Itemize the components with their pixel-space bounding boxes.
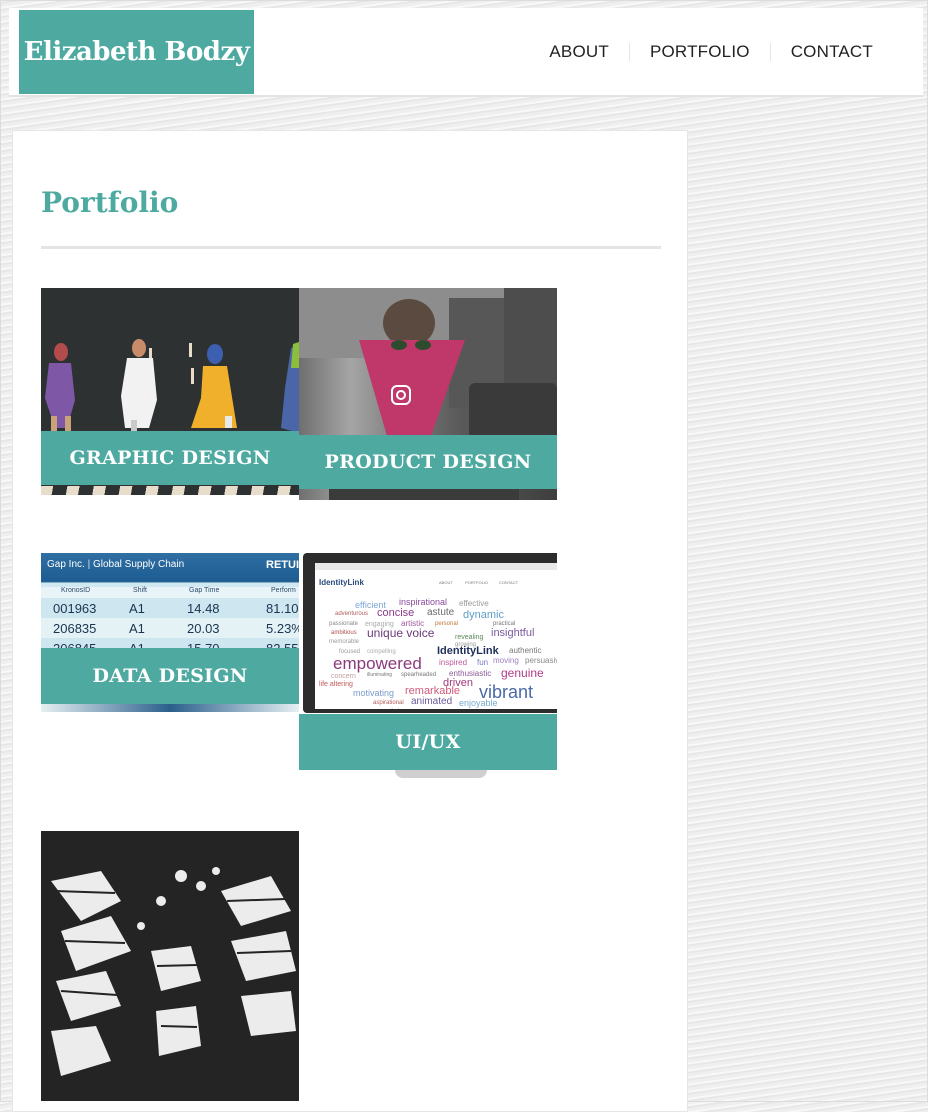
nav-contact[interactable]: CONTACT xyxy=(771,42,923,62)
gap-right-header: RETUI xyxy=(266,559,299,571)
word-cloud-word: IdentityLink xyxy=(437,645,499,657)
tile-data-design[interactable]: Gap Inc. | Global Supply Chain RETUI Kro… xyxy=(41,553,299,712)
tile-label: PRODUCT DESIGN xyxy=(299,435,557,489)
word-cloud-word: passionate xyxy=(329,621,359,627)
table-cell: 5.23% xyxy=(266,621,299,636)
gap-brand: Gap Inc. xyxy=(47,559,85,570)
word-cloud-word: adventurous xyxy=(335,611,369,617)
word-cloud-word: persuasive xyxy=(525,656,557,665)
content-panel: Portfolio GRAPHIC DESIGN PRODUCT DESIGN … xyxy=(12,130,688,1112)
word-cloud-word: inspired xyxy=(439,658,468,667)
dashboard-bottom-bar xyxy=(41,704,299,712)
word-cloud-word: revealing xyxy=(455,634,484,641)
browser-bar xyxy=(315,563,557,570)
word-cloud-word: motivating xyxy=(353,688,395,698)
tile-label: GRAPHIC DESIGN xyxy=(41,431,299,485)
word-cloud-word: illuminating xyxy=(367,672,393,678)
identitylink-logo: IdentityLink xyxy=(319,578,364,587)
word-cloud-word: ambitious xyxy=(331,630,357,636)
word-cloud-word: memorable xyxy=(329,639,360,645)
tile-graphic-design[interactable]: GRAPHIC DESIGN xyxy=(41,288,299,495)
mini-nav-item: CONTACT xyxy=(499,580,519,585)
engraved-pattern-artwork xyxy=(51,867,296,1076)
word-cloud-word: effective xyxy=(459,599,489,608)
gap-table-header: KronosID Shift Gap Time Perform xyxy=(41,587,299,598)
word-cloud-word: insightful xyxy=(491,627,535,639)
tile-label: DATA DESIGN xyxy=(41,648,299,704)
page-title: Portfolio xyxy=(41,186,179,219)
table-cell: A1 xyxy=(129,621,145,636)
gap-subtitle: Global Supply Chain xyxy=(92,559,185,570)
word-cloud-word: animated xyxy=(411,696,453,707)
identitylink-screen: IdentityLink ABOUT PORTFOLIO CONTACT eff… xyxy=(315,563,557,709)
site-logo[interactable]: Elizabeth Bodzy xyxy=(19,10,254,94)
word-cloud-word: aspirational xyxy=(373,700,404,706)
table-cell: 81.10 xyxy=(266,601,299,616)
word-cloud-word: authentic xyxy=(509,646,542,655)
title-divider xyxy=(41,246,661,249)
table-cell: 20.03 xyxy=(187,621,220,636)
table-cell: 206835 xyxy=(53,621,97,636)
word-cloud-word: inspirational xyxy=(399,597,448,607)
word-cloud-word: moving xyxy=(493,656,519,665)
tile-illustration[interactable] xyxy=(41,831,299,1101)
site-header: Elizabeth Bodzy ABOUT PORTFOLIO CONTACT xyxy=(9,8,923,97)
word-cloud-word: dynamic xyxy=(463,609,504,621)
word-cloud-word: genuine xyxy=(501,666,544,680)
word-cloud-word: astute xyxy=(427,607,455,618)
table-cell: 14.48 xyxy=(187,601,220,616)
word-cloud-word: concise xyxy=(377,607,415,619)
word-cloud-word: spearheaded xyxy=(401,672,437,678)
gap-dashboard-header: Gap Inc. | Global Supply Chain xyxy=(47,559,185,570)
monitor-stand xyxy=(395,770,487,778)
word-cloud-word: life altering xyxy=(319,681,353,688)
word-cloud-word: concern xyxy=(331,673,356,680)
tile-product-design[interactable]: PRODUCT DESIGN xyxy=(299,288,557,500)
word-cloud-word: unique voice xyxy=(367,626,435,640)
table-cell: 001963 xyxy=(53,601,97,616)
crosswalk-stripes xyxy=(41,486,299,495)
table-row: 001963 A1 14.48 81.10 xyxy=(41,598,299,618)
col-header: KronosID xyxy=(61,587,91,594)
col-header: Gap Time xyxy=(189,587,220,594)
word-cloud-word: empowered xyxy=(333,654,422,673)
col-header: Shift xyxy=(133,587,148,594)
table-row: 206835 A1 20.03 5.23% xyxy=(41,618,299,638)
mini-nav-item: ABOUT xyxy=(439,580,453,585)
tile-label: UI/UX xyxy=(299,714,557,770)
table-cell: A1 xyxy=(129,601,145,616)
col-header: Perform xyxy=(271,587,296,594)
nav-about[interactable]: ABOUT xyxy=(529,42,629,62)
ui-ux-monitor: IdentityLink ABOUT PORTFOLIO CONTACT eff… xyxy=(303,553,557,713)
word-cloud-word: enjoyable xyxy=(459,698,498,708)
word-cloud-word: fun xyxy=(477,658,489,667)
tile-ui-ux[interactable]: IdentityLink ABOUT PORTFOLIO CONTACT eff… xyxy=(299,553,557,779)
ink-illustration-image xyxy=(41,831,299,1101)
word-cloud-word: personal xyxy=(435,621,459,627)
nav-portfolio[interactable]: PORTFOLIO xyxy=(630,42,770,62)
mini-nav-item: PORTFOLIO xyxy=(465,580,489,585)
main-nav: ABOUT PORTFOLIO CONTACT xyxy=(529,8,923,95)
